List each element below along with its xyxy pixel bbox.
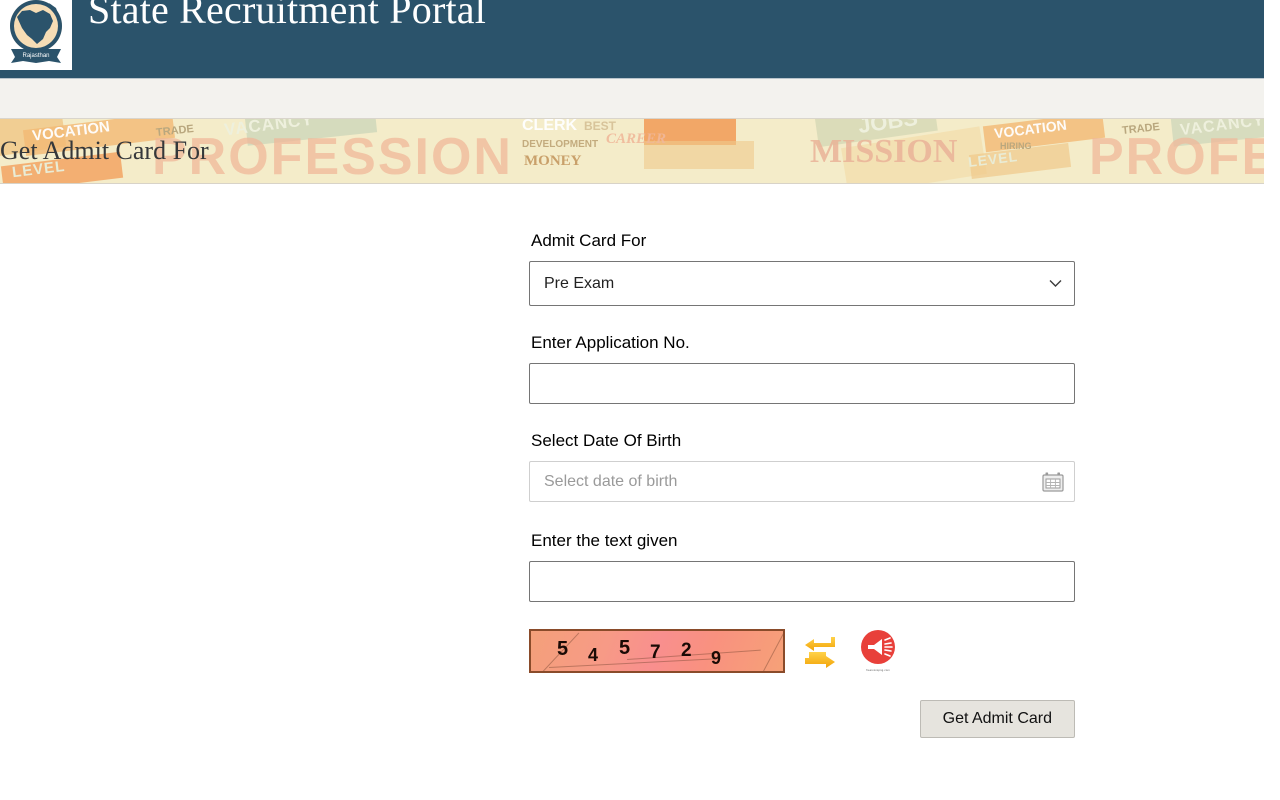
label-date-of-birth: Select Date Of Birth [531,431,682,451]
rajasthan-emblem-logo[interactable]: Rajasthan [0,0,72,70]
admit-card-for-select[interactable]: Pre Exam [529,261,1075,307]
audio-megaphone-icon[interactable]: freeiconspng.com [855,628,901,674]
banner-title: Get Admit Card For [0,136,209,165]
submit-row: Get Admit Card [529,700,1075,739]
label-captcha-text: Enter the text given [531,531,678,551]
get-admit-card-button[interactable]: Get Admit Card [919,700,1075,739]
page-title: State Recruitment Portal [88,0,487,32]
audio-icon-caption: freeiconspng.com [866,669,890,673]
logo-ribbon-label: Rajasthan [22,53,49,59]
admit-card-form: Admit Card For Pre Exam Enter Applicatio… [529,230,1075,739]
scrolled-content: Rajasthan State Recruitment Portal PROFE… [0,0,1264,739]
label-application-no: Enter Application No. [531,333,690,353]
page-banner: PROFESSION PROFESSION MISSION VOCATION V… [0,119,1264,184]
site-header: Rajasthan State Recruitment Portal [0,0,1264,78]
emblem-icon: Rajasthan [10,0,62,63]
calendar-icon[interactable] [1042,472,1064,492]
navbar [0,78,1264,119]
captcha-digit: 7 [650,642,661,664]
captcha-image: 5 4 5 7 2 9 [529,629,785,674]
captcha-digit: 5 [557,638,569,661]
field-captcha-text: Enter the text given [529,530,1075,603]
refresh-arrows-icon[interactable] [801,632,839,670]
captcha-digit: 2 [681,640,692,662]
field-application-no: Enter Application No. [529,332,1075,405]
label-admit-card-for: Admit Card For [531,231,647,250]
application-no-input[interactable] [529,363,1075,405]
field-date-of-birth: Select Date Of Birth [529,430,1075,503]
field-admit-card-for: Admit Card For Pre Exam [529,230,1075,307]
captcha-digit: 4 [588,645,599,666]
main-content: Admit Card For Pre Exam Enter Applicatio… [0,184,1264,739]
page-root: Rajasthan State Recruitment Portal PROFE… [0,0,1280,800]
captcha-text-input[interactable] [529,561,1075,603]
captcha-row: 5 4 5 7 2 9 freeiconspng.com [529,628,1075,674]
captcha-digit: 9 [711,648,722,669]
date-of-birth-input[interactable] [529,461,1075,503]
captcha-digit: 5 [619,637,631,660]
